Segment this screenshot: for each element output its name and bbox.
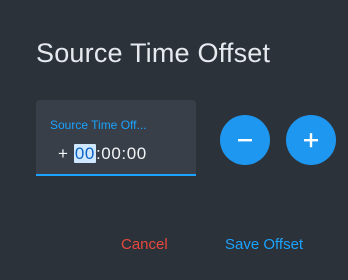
- plus-icon: [304, 133, 318, 148]
- offset-value[interactable]: + 00:00:00: [58, 144, 147, 164]
- offset-hours-segment[interactable]: 00: [73, 144, 96, 163]
- offset-sign: +: [58, 144, 69, 163]
- minus-icon: [238, 139, 252, 142]
- source-time-offset-dialog: Source Time Offset Source Time Off... + …: [0, 0, 348, 280]
- offset-rest: :00:00: [95, 144, 147, 163]
- source-time-offset-field[interactable]: Source Time Off... + 00:00:00: [36, 100, 196, 176]
- increment-button[interactable]: [286, 115, 336, 165]
- field-label: Source Time Off...: [50, 118, 147, 132]
- cancel-button[interactable]: Cancel: [121, 236, 168, 253]
- dialog-title: Source Time Offset: [36, 38, 271, 68]
- decrement-button[interactable]: [220, 115, 270, 165]
- save-offset-button[interactable]: Save Offset: [225, 236, 303, 253]
